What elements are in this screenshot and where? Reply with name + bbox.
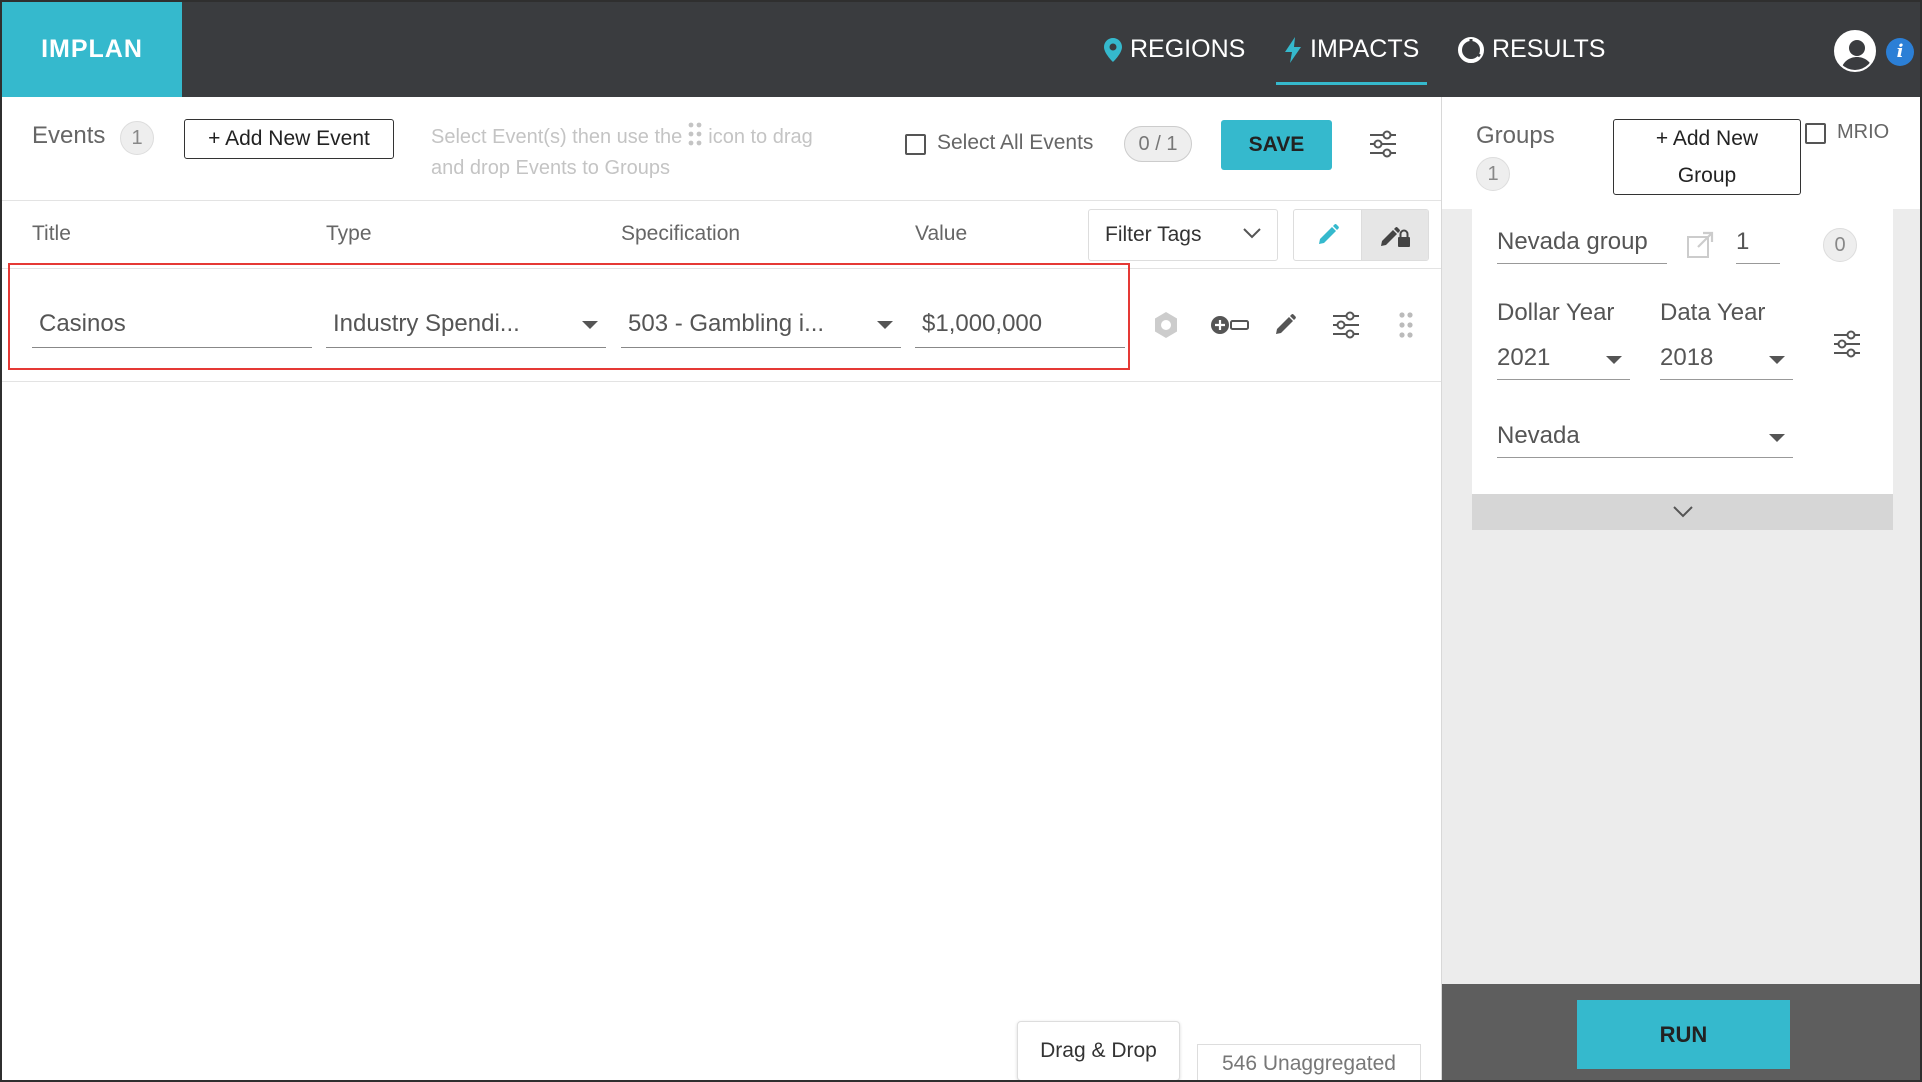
top-bar: IMPLAN REGIONS IMPACTS RESULTS i	[2, 2, 1920, 97]
region-value: Nevada	[1497, 422, 1580, 449]
group-multiplier-input[interactable]: 1	[1736, 224, 1780, 264]
event-type-select[interactable]: Industry Spendi...	[326, 304, 606, 348]
user-avatar[interactable]	[1834, 30, 1876, 72]
filter-tags-label: Filter Tags	[1105, 223, 1202, 246]
row-divider	[2, 381, 1441, 382]
drag-hint-text-1: Select Event(s) then use the	[431, 126, 683, 148]
events-count-badge: 1	[120, 121, 154, 155]
pencil-icon	[1318, 224, 1339, 244]
mrio-checkbox[interactable]	[1805, 123, 1826, 144]
caret-down-icon	[1606, 356, 1622, 364]
edit-pencil-icon[interactable]	[1268, 308, 1302, 342]
open-external-icon[interactable]	[1686, 231, 1714, 264]
groups-label: Groups	[1476, 122, 1555, 149]
event-specification-value: 503 - Gambling i...	[628, 310, 825, 337]
column-header-specification: Specification	[621, 222, 741, 245]
groups-count-badge: 1	[1476, 157, 1510, 191]
caret-down-icon	[877, 321, 893, 329]
add-new-event-button[interactable]: + Add New Event	[184, 119, 394, 159]
region-select[interactable]: Nevada	[1497, 418, 1793, 458]
caret-down-icon	[1769, 356, 1785, 364]
app-frame: IMPLAN REGIONS IMPACTS RESULTS i Events …	[0, 0, 1922, 1082]
drag-drop-button[interactable]: Drag & Drop	[1017, 1021, 1180, 1080]
map-pin-icon	[1104, 37, 1122, 62]
filter-tags-dropdown[interactable]: Filter Tags	[1088, 209, 1278, 261]
pencil-lock-icon	[1381, 227, 1410, 247]
hexagon-icon[interactable]	[1149, 308, 1183, 342]
add-tag-icon[interactable]	[1208, 308, 1252, 342]
groups-header: Groups 1 + Add New Group MRIO	[1442, 97, 1920, 209]
event-value-input[interactable]: $1,000,000	[915, 304, 1125, 348]
data-year-value: 2018	[1660, 344, 1714, 371]
dollar-year-label: Dollar Year	[1497, 299, 1615, 326]
drag-handle-icon[interactable]	[1389, 308, 1423, 342]
add-new-group-button[interactable]: + Add New Group	[1613, 119, 1801, 195]
events-label: Events	[32, 122, 106, 149]
save-button[interactable]: SAVE	[1221, 120, 1332, 170]
row-settings-icon[interactable]	[1329, 308, 1363, 342]
column-header-title: Title	[32, 222, 71, 245]
group-name-input[interactable]: Nevada group	[1497, 224, 1667, 264]
pie-chart-icon	[1458, 36, 1484, 63]
nav-results-label: RESULTS	[1492, 35, 1606, 63]
nav-regions-label: REGIONS	[1130, 35, 1246, 63]
lightning-icon	[1285, 36, 1301, 63]
column-header-value: Value	[915, 222, 968, 245]
groups-panel: Groups 1 + Add New Group MRIO Nevada gro…	[1441, 97, 1920, 1080]
unaggregated-count[interactable]: 546 Unaggregated	[1197, 1044, 1421, 1080]
drag-handle-icon	[688, 122, 702, 146]
column-header-type: Type	[326, 222, 372, 245]
group-settings-icon[interactable]	[1833, 329, 1861, 364]
implan-logo[interactable]: IMPLAN	[2, 2, 182, 97]
chevron-down-icon	[1672, 506, 1693, 518]
group-event-count: 0	[1823, 228, 1857, 262]
group-card: Nevada group 1 0 Dollar Year Data Year 2…	[1472, 209, 1893, 494]
dollar-year-value: 2021	[1497, 344, 1551, 371]
data-year-label: Data Year	[1660, 299, 1766, 326]
edit-mode-button[interactable]	[1294, 210, 1361, 260]
select-all-label[interactable]: Select All Events	[937, 131, 1093, 155]
data-year-select[interactable]: 2018	[1660, 340, 1793, 380]
toolbar-divider	[2, 200, 1441, 201]
caret-down-icon	[582, 321, 598, 329]
user-icon	[1841, 40, 1873, 70]
nav-regions[interactable]: REGIONS	[1104, 2, 1245, 97]
run-area: RUN	[1442, 984, 1920, 1080]
event-specification-select[interactable]: 503 - Gambling i...	[621, 304, 901, 348]
locked-edit-button[interactable]	[1361, 210, 1428, 260]
edit-mode-toggle	[1293, 209, 1429, 261]
select-all-checkbox[interactable]	[905, 134, 926, 155]
run-button[interactable]: RUN	[1577, 1000, 1790, 1069]
settings-sliders-icon[interactable]	[1369, 129, 1397, 164]
nav-impacts[interactable]: IMPACTS	[1275, 2, 1428, 97]
event-type-value: Industry Spendi...	[333, 310, 520, 337]
selected-counter: 0 / 1	[1124, 126, 1192, 162]
dollar-year-select[interactable]: 2021	[1497, 340, 1630, 380]
info-icon[interactable]: i	[1886, 38, 1914, 66]
nav-impacts-label: IMPACTS	[1310, 35, 1420, 63]
nav-results[interactable]: RESULTS	[1458, 2, 1605, 97]
group-expand-bar[interactable]	[1472, 494, 1893, 530]
event-title-input[interactable]: Casinos	[32, 304, 312, 348]
chevron-down-icon	[1243, 228, 1261, 239]
caret-down-icon	[1769, 434, 1785, 442]
drag-hint: Select Event(s) then use the icon to drag…	[431, 122, 851, 184]
mrio-label[interactable]: MRIO	[1837, 121, 1889, 144]
